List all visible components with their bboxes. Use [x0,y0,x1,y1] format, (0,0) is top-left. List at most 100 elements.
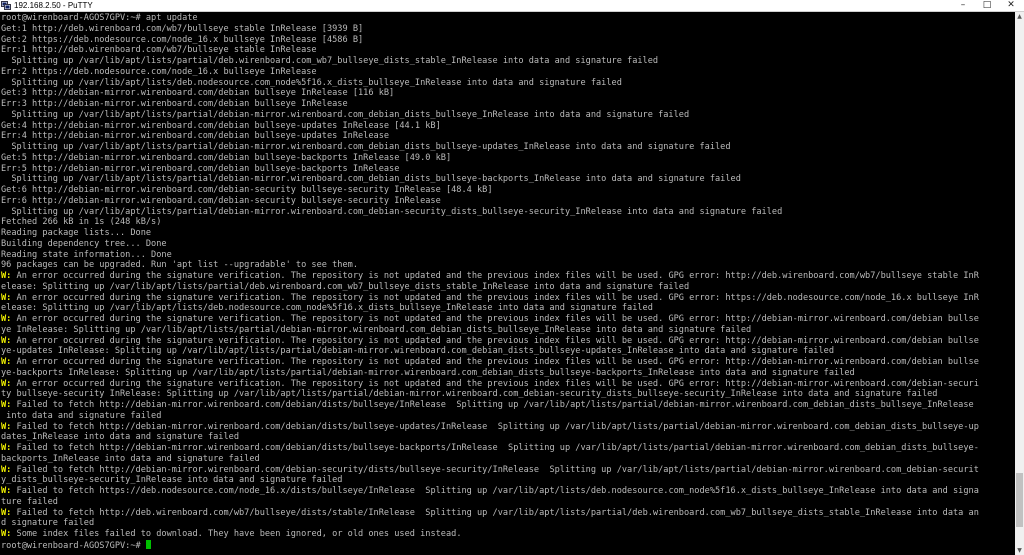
terminal-line-text: Get:5 http://debian-mirror.wirenboard.co… [1,152,452,163]
terminal-line: root@wirenboard-AGOS7GPV:~# [1,539,1015,551]
terminal-line: Get:4 http://debian-mirror.wirenboard.co… [1,121,1015,132]
terminal-line: W: Failed to fetch http://debian-mirror.… [1,443,1015,454]
putty-icon [1,1,11,10]
warning-tag: W: [1,400,12,410]
title-bar[interactable]: 192.168.2.50 - PuTTY – □ ✕ [0,0,1024,12]
warning-tag: W: [1,443,12,453]
terminal-line: Splitting up /var/lib/apt/lists/deb.node… [1,78,1015,89]
putty-window: 192.168.2.50 - PuTTY – □ ✕ root@wirenboa… [0,0,1024,555]
terminal-line-text: Get:1 http://deb.wirenboard.com/wb7/bull… [1,23,364,34]
terminal-line: Building dependency tree... Done [1,239,1015,250]
warning-tag: W: [1,314,12,324]
terminal-line: W: An error occurred during the signatur… [1,336,1015,347]
terminal-line-text: Splitting up /var/lib/apt/lists/partial/… [1,109,690,120]
terminal-line-text: Get:3 http://debian-mirror.wirenboard.co… [1,88,395,99]
terminal-line-text: ty bullseye-security InRelease: Splittin… [1,389,938,400]
terminal-line-text: ye-updates InRelease: Splitting up /var/… [1,346,834,357]
terminal-line-text: Err:1 http://deb.wirenboard.com/wb7/bull… [1,45,317,56]
terminal-line-text: Some index files failed to download. The… [11,529,462,539]
terminal-line: root@wirenboard-AGOS7GPV:~# apt update [1,13,1015,24]
terminal-line: Err:6 http://debian-mirror.wirenboard.co… [1,196,1015,207]
warning-tag: W: [1,378,12,389]
terminal-line: W: An error occurred during the signatur… [1,271,1015,282]
terminal-line-text: Err:6 http://debian-mirror.wirenboard.co… [1,195,441,206]
terminal-line-text: Err:4 http://debian-mirror.wirenboard.co… [1,131,390,142]
terminal-line: W: Failed to fetch https://deb.nodesourc… [1,486,1015,497]
terminal-line-text: y_dists_bullseye-security_InRelease into… [1,475,343,486]
terminal-line-text: An error occurred during the signature v… [11,378,979,389]
terminal-line: y_dists_bullseye-security_InRelease into… [1,475,1015,486]
terminal-line: dates_InRelease into data and signature … [1,432,1015,443]
terminal-line: Reading package lists... Done [1,228,1015,239]
terminal-line-text: Reading package lists... Done [1,228,152,238]
terminal-line-text: Get:4 http://debian-mirror.wirenboard.co… [1,120,441,131]
terminal-line: 96 packages can be upgraded. Run 'apt li… [1,260,1015,271]
terminal-line-text: Err:2 https://deb.nodesource.com/node_16… [1,66,317,77]
warning-tag: W: [1,271,12,281]
warning-tag: W: [1,292,12,303]
terminal-line: elease: Splitting up /var/lib/apt/lists/… [1,282,1015,293]
terminal-line-text: Get:6 http://debian-mirror.wirenboard.co… [1,185,493,195]
scroll-up-arrow-icon[interactable]: ▲ [1015,12,1024,21]
minimize-button[interactable]: – [950,0,976,11]
terminal-line-text: Splitting up /var/lib/apt/lists/partial/… [1,206,783,217]
terminal-line: elease: Splitting up /var/lib/apt/lists/… [1,303,1015,314]
terminal-line: Err:5 http://debian-mirror.wirenboard.co… [1,164,1015,175]
terminal-line-text: Building dependency tree... Done [1,238,167,249]
terminal-line-text: Failed to fetch http://debian-mirror.wir… [11,421,979,432]
terminal-line-text: Get:2 https://deb.nodesource.com/node_16… [1,34,364,45]
terminal-line-text: d signature failed [1,518,95,529]
terminal-line: W: An error occurred during the signatur… [1,357,1015,368]
terminal-line-text: An error occurred during the signature v… [11,335,979,346]
terminal-line: Splitting up /var/lib/apt/lists/partial/… [1,207,1015,218]
terminal-line-text: Failed to fetch http://debian-mirror.wir… [11,443,979,453]
terminal-line: ye-backports InRelease: Splitting up /va… [1,368,1015,379]
terminal-line-text: ye-backports InRelease: Splitting up /va… [1,367,855,378]
terminal-line: Splitting up /var/lib/apt/lists/partial/… [1,142,1015,153]
terminal-line: backports_InRelease into data and signat… [1,454,1015,465]
terminal-line: Splitting up /var/lib/apt/lists/partial/… [1,174,1015,185]
text-cursor [145,539,151,549]
terminal-line-text: Err:3 http://debian-mirror.wirenboard.co… [1,99,348,109]
terminal-line: d signature failed [1,518,1015,529]
terminal-line-text: Splitting up /var/lib/apt/lists/partial/… [1,174,741,185]
terminal-line: Err:2 https://deb.nodesource.com/node_16… [1,67,1015,78]
terminal-line: Get:6 http://debian-mirror.wirenboard.co… [1,185,1015,196]
terminal-line: ty bullseye-security InRelease: Splittin… [1,389,1015,400]
terminal-line-text: Failed to fetch http://deb.wirenboard.co… [11,507,979,518]
scroll-down-arrow-icon[interactable]: ▼ [1015,546,1024,555]
terminal-line-text: root@wirenboard-AGOS7GPV:~# apt update [1,13,198,23]
terminal-line-text: Failed to fetch http://debian-mirror.wir… [11,400,974,410]
terminal-line: Err:3 http://debian-mirror.wirenboard.co… [1,99,1015,110]
close-button[interactable]: ✕ [998,0,1024,11]
terminal-line-text: into data and signature failed [1,410,162,421]
terminal-line-text: Splitting up /var/lib/apt/lists/partial/… [1,56,659,66]
terminal-line-text: ye InRelease: Splitting up /var/lib/apt/… [1,324,752,335]
terminal-line: ye InRelease: Splitting up /var/lib/apt/… [1,325,1015,336]
terminal-line-text: Reading state information... Done [1,249,172,260]
terminal-line-text: Failed to fetch http://debian-mirror.wir… [11,464,979,475]
warning-tag: W: [1,486,12,496]
terminal-line: W: Some index files failed to download. … [1,529,1015,540]
terminal-line: into data and signature failed [1,411,1015,422]
warning-tag: W: [1,335,12,346]
terminal-line: W: An error occurred during the signatur… [1,293,1015,304]
terminal-line-text: ture failed [1,496,58,507]
terminal-line: Get:1 http://deb.wirenboard.com/wb7/bull… [1,24,1015,35]
terminal-line-text: An error occurred during the signature v… [11,314,979,324]
terminal-line-text: root@wirenboard-AGOS7GPV:~# [1,540,146,551]
terminal-line-text: dates_InRelease into data and signature … [1,432,239,443]
terminal-line-text: An error occurred during the signature v… [11,271,979,281]
terminal-line-text: Failed to fetch https://deb.nodesource.c… [11,486,979,496]
terminal-line: Get:3 http://debian-mirror.wirenboard.co… [1,88,1015,99]
terminal-line: W: Failed to fetch http://debian-mirror.… [1,400,1015,411]
terminal-line-text: elease: Splitting up /var/lib/apt/lists/… [1,281,690,292]
terminal-line-text: Splitting up /var/lib/apt/lists/partial/… [1,142,731,152]
terminal-line: Reading state information... Done [1,250,1015,261]
vertical-scrollbar[interactable]: ▲ ▼ [1015,12,1024,555]
scrollbar-thumb[interactable] [1016,473,1023,527]
terminal-output[interactable]: root@wirenboard-AGOS7GPV:~# apt update Ge… [1,13,1015,555]
warning-tag: W: [1,421,12,432]
maximize-button[interactable]: □ [974,0,1000,11]
window-title: 192.168.2.50 - PuTTY [14,1,93,10]
